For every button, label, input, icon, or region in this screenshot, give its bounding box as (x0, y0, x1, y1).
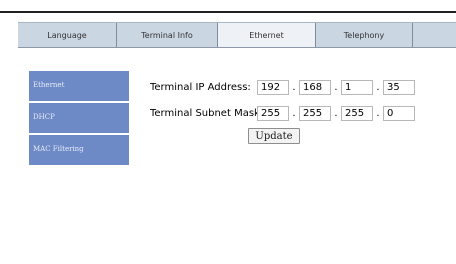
mask-octet-3[interactable]: 255 (341, 106, 373, 121)
ip-address-row: Terminal IP Address: 192 . 168 . 1 . 35 (150, 80, 415, 95)
tab-telephony[interactable]: Telephony (316, 23, 413, 47)
subnet-mask-label: Terminal Subnet Mask: (150, 108, 264, 119)
ip-octet-3[interactable]: 1 (341, 80, 373, 95)
ip-dot-1: . (292, 82, 296, 93)
tab-extra[interactable] (413, 23, 456, 47)
subnet-mask-row: Terminal Subnet Mask: 255 . 255 . 255 . … (150, 106, 415, 121)
sidebar-item-mac-filtering[interactable]: MAC Filtering (29, 135, 129, 165)
mask-octet-1[interactable]: 255 (257, 106, 289, 121)
top-divider (0, 11, 456, 13)
mask-dot-3: . (376, 108, 380, 119)
ip-dot-3: . (376, 82, 380, 93)
tab-terminal-info[interactable]: Terminal Info (117, 23, 218, 47)
tab-language[interactable]: Language (18, 23, 117, 47)
sidebar-item-ethernet[interactable]: Ethernet (29, 71, 129, 101)
tab-bar: Language Terminal Info Ethernet Telephon… (18, 22, 456, 48)
ip-dot-2: . (334, 82, 338, 93)
mask-dot-1: . (292, 108, 296, 119)
sidebar-item-dhcp[interactable]: DHCP (29, 103, 129, 133)
mask-dot-2: . (334, 108, 338, 119)
ip-octet-1[interactable]: 192 (257, 80, 289, 95)
update-button[interactable]: Update (248, 128, 300, 144)
ip-octet-4[interactable]: 35 (383, 80, 415, 95)
mask-octet-4[interactable]: 0 (383, 106, 415, 121)
ip-address-label: Terminal IP Address: (150, 82, 251, 93)
ip-octet-2[interactable]: 168 (299, 80, 331, 95)
mask-octet-2[interactable]: 255 (299, 106, 331, 121)
tab-ethernet[interactable]: Ethernet (218, 23, 316, 47)
sidebar: Ethernet DHCP MAC Filtering (29, 71, 129, 167)
